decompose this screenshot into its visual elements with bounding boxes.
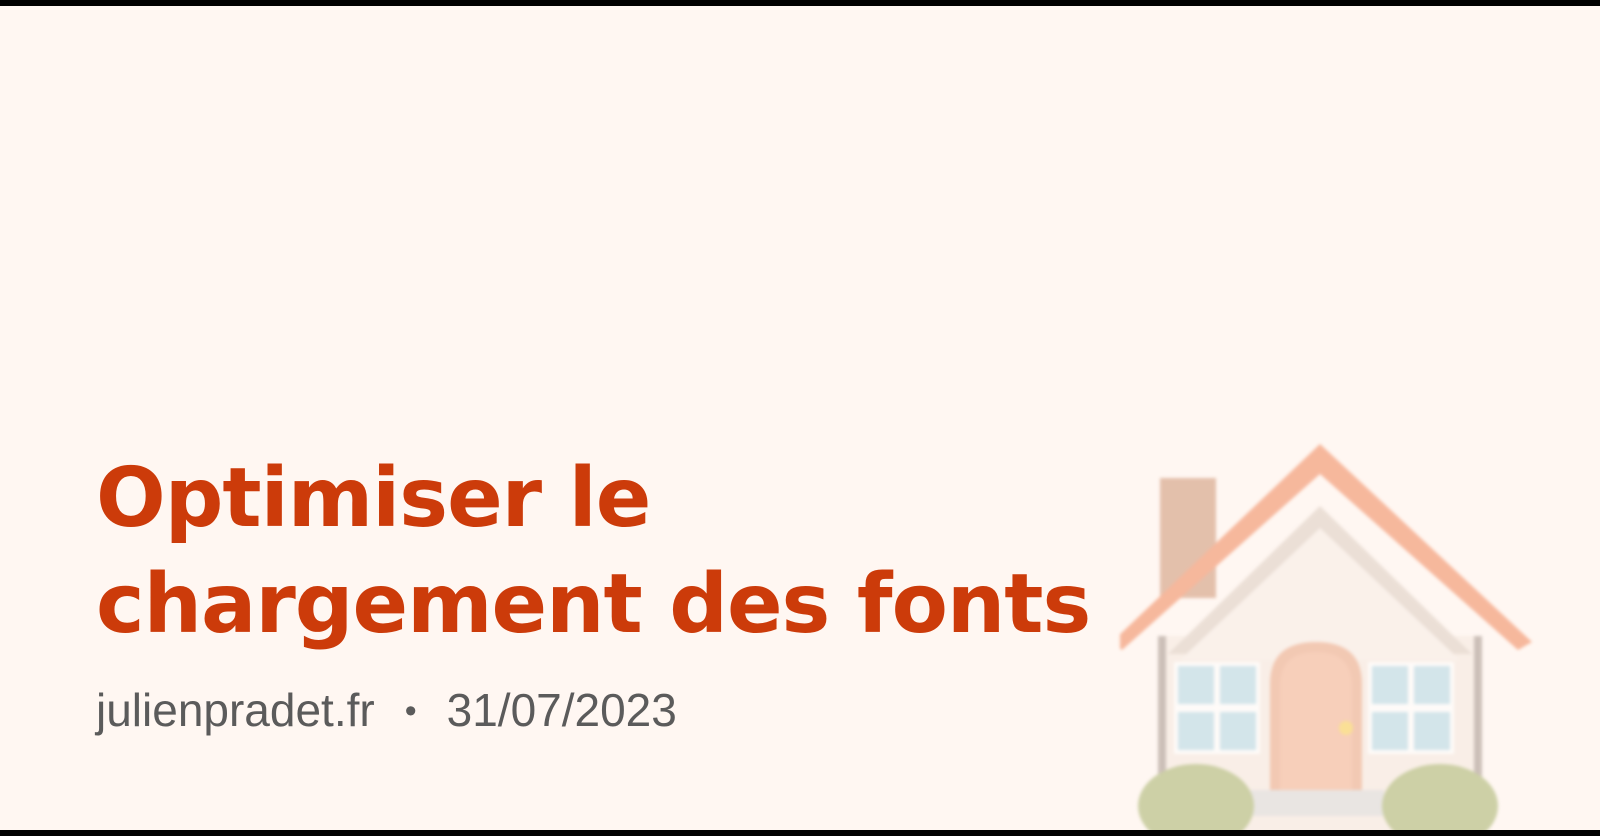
house-icon <box>1120 444 1532 830</box>
article-title: Optimiser le chargement des fonts <box>96 446 1096 658</box>
article-meta: julienpradet.fr • 31/07/2023 <box>96 682 677 739</box>
publish-date: 31/07/2023 <box>446 684 677 736</box>
article-card: Optimiser le chargement des fonts julien… <box>0 6 1600 830</box>
meta-separator: • <box>404 692 417 730</box>
title-line-2: chargement des fonts <box>96 557 1091 652</box>
site-name: julienpradet.fr <box>96 684 375 736</box>
title-line-1: Optimiser le <box>96 451 651 546</box>
